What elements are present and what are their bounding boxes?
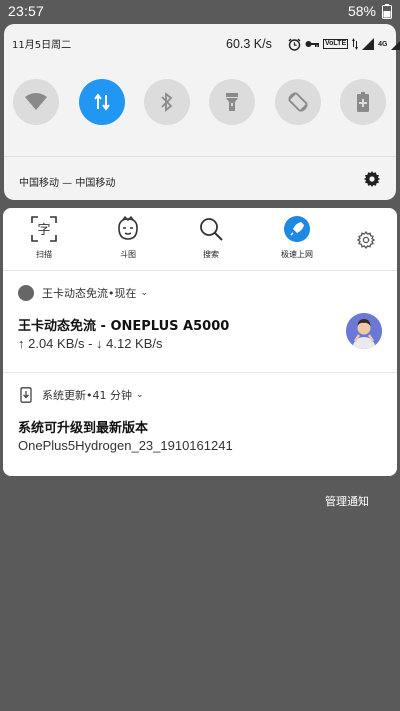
qs-divider [4, 156, 396, 157]
battery-percent: 58% [347, 3, 376, 19]
battery-saver-tile[interactable] [340, 79, 386, 125]
notification-time: 41 分钟 [92, 389, 133, 402]
bluetooth-icon [161, 92, 173, 112]
notification-free-traffic[interactable]: 王卡动态免流 • 现在 ⌄ 王卡动态免流 - ONEPLUS A5000 ↑ 2… [3, 271, 397, 372]
flashlight-tile[interactable] [209, 79, 255, 125]
chevron-down-icon[interactable]: ⌄ [136, 390, 144, 400]
notification-title: 王卡动态免流 - ONEPLUS A5000 [18, 319, 230, 334]
shortcuts-card: 字 扫描 斗图 搜索 极速上网 [3, 208, 397, 270]
volte-badge: VoLTE [323, 39, 349, 49]
shortcut-label: 扫描 [36, 250, 52, 259]
key-icon [305, 41, 319, 47]
shortcut-search[interactable]: 搜索 [181, 216, 241, 260]
notification-header: 系统更新 • 41 分钟 ⌄ [18, 387, 144, 403]
bluetooth-tile[interactable] [144, 79, 190, 125]
emoji-face-icon [118, 216, 138, 240]
date-label: 11月5日周二 [12, 40, 72, 51]
app-name: 王卡动态免流 [42, 287, 108, 300]
shortcut-label: 搜索 [203, 250, 219, 259]
wifi-tile[interactable] [13, 79, 59, 125]
system-icons: VoLTE 4G [288, 36, 400, 52]
auto-rotate-tile[interactable] [275, 79, 321, 125]
manage-notifications-link[interactable]: 管理通知 [325, 493, 369, 509]
status-bar: 23:57 58% [0, 0, 400, 22]
avatar-person-icon [346, 313, 382, 349]
scan-text-icon: 字 [31, 216, 57, 242]
data-arrows-icon [352, 38, 359, 50]
system-update-icon [20, 387, 32, 403]
quick-settings-panel: 11月5日周二 60.3 K/s VoLTE 4G 中国移动 — 中国移动 [4, 24, 400, 200]
shortcut-label: 极速上网 [281, 250, 313, 259]
shortcut-label: 斗图 [120, 250, 136, 259]
network-type: 4G [378, 40, 388, 48]
signal-icon [362, 38, 375, 50]
notification-title: 系统可升级到最新版本 [18, 421, 149, 436]
network-speed: 60.3 K/s [226, 37, 272, 51]
notification-text: OnePlus5Hydrogen_23_1910161241 [18, 438, 233, 453]
shortcut-settings-icon[interactable] [357, 231, 375, 249]
carrier-label: 中国移动 — 中国移动 [19, 178, 116, 189]
notification-system-update[interactable]: 系统更新 • 41 分钟 ⌄ 系统可升级到最新版本 OnePlus5Hydrog… [3, 373, 397, 476]
avatar [346, 313, 382, 349]
mobile-data-icon [94, 93, 110, 111]
shortcut-scan[interactable]: 字 扫描 [14, 216, 74, 260]
shortcut-fast-internet[interactable]: 极速上网 [267, 216, 327, 260]
notification-time: 现在 [114, 287, 137, 300]
app-name: 系统更新 [42, 389, 86, 402]
mobile-data-tile[interactable] [79, 79, 125, 125]
shortcut-emoji[interactable]: 斗图 [98, 216, 158, 260]
signal-icon-2 [391, 41, 400, 50]
settings-gear-icon[interactable] [364, 171, 380, 187]
quick-tiles [4, 79, 396, 127]
wifi-icon [25, 93, 47, 110]
auto-rotate-icon [288, 92, 308, 112]
search-icon [200, 218, 223, 241]
alarm-icon [288, 38, 301, 51]
rocket-icon [284, 216, 310, 242]
battery-saver-icon [357, 92, 369, 112]
status-time: 23:57 [8, 3, 45, 19]
notification-text: ↑ 2.04 KB/s - ↓ 4.12 KB/s [18, 336, 163, 351]
svg-text:字: 字 [37, 223, 50, 238]
chevron-down-icon[interactable]: ⌄ [141, 288, 149, 298]
flashlight-icon [226, 93, 238, 111]
notification-header: 王卡动态免流 • 现在 ⌄ [18, 285, 148, 301]
battery-icon [382, 4, 392, 19]
app-icon [18, 285, 34, 301]
